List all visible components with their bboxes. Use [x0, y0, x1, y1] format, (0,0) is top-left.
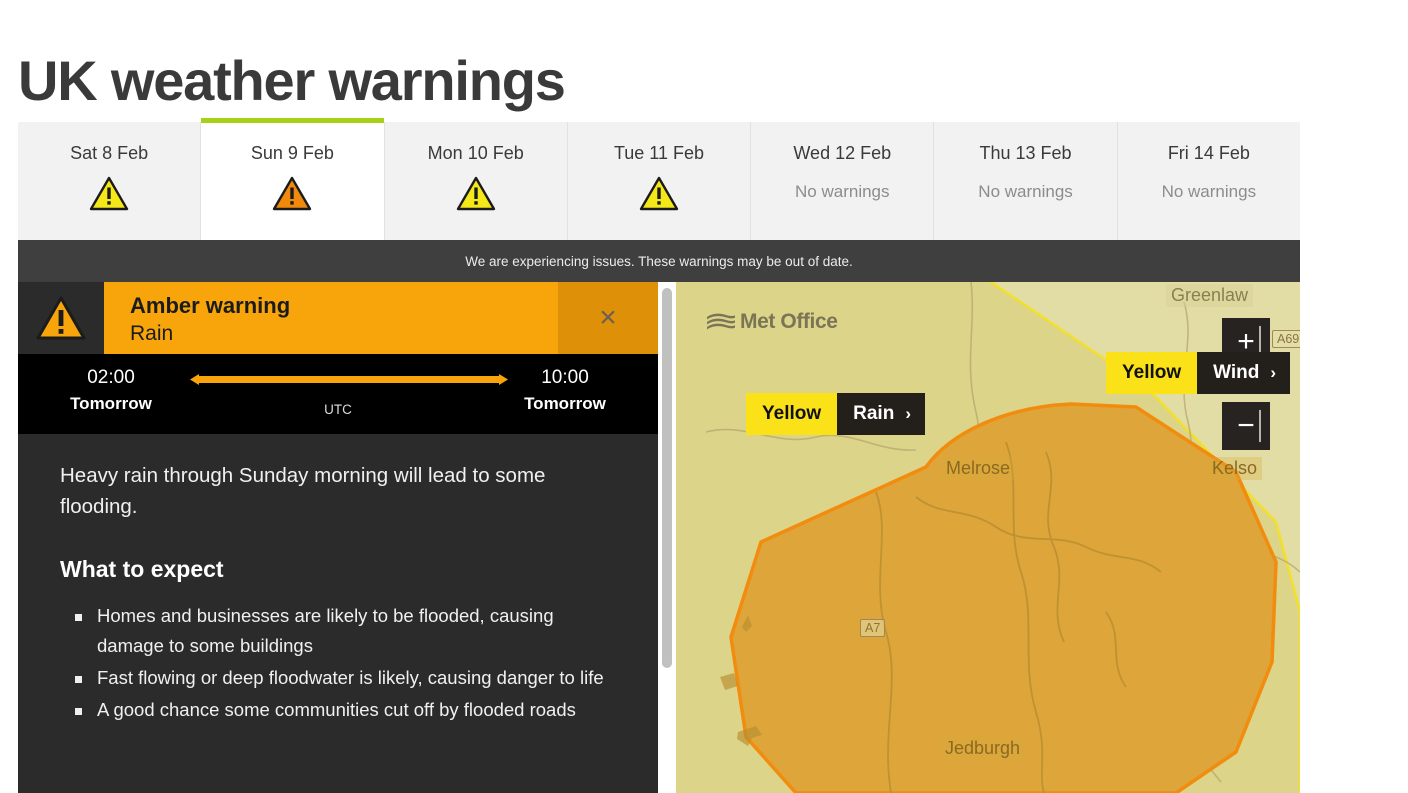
pill-severity-label: Yellow — [1106, 352, 1198, 394]
warning-triangle-icon — [273, 176, 312, 211]
warning-subtitle: Rain — [130, 322, 174, 345]
day-tab-label: Tue 11 Feb — [613, 143, 705, 163]
close-icon[interactable]: × — [558, 282, 658, 354]
map-place-label-greenlaw: Greenlaw — [1166, 284, 1254, 307]
page-title: UK weather warnings — [18, 48, 566, 112]
panel-scrollbar[interactable] — [658, 282, 676, 793]
day-tab-label: Sun 9 Feb — [250, 143, 334, 163]
warning-summary: Heavy rain through Sunday morning will l… — [60, 464, 546, 518]
warning-end: 10:00 Tomorrow — [480, 365, 650, 417]
map-place-label-melrose: Melrose — [941, 457, 1016, 480]
warning-start-time: 02:00 — [87, 367, 135, 388]
day-tab-label: Thu 13 Feb — [979, 143, 1072, 163]
warning-triangle-icon — [639, 176, 679, 211]
day-tab-no-warnings: No warnings — [1161, 182, 1257, 201]
service-notice-banner: We are experiencing issues. These warnin… — [18, 240, 1300, 282]
day-tab-no-warnings: No warnings — [978, 182, 1073, 201]
warning-title: Amber warning — [130, 293, 291, 318]
pill-type-label: Wind — [1213, 362, 1260, 383]
what-to-expect-list: Homes and businesses are likely to be fl… — [60, 601, 616, 725]
what-to-expect-item: Fast flowing or deep floodwater is likel… — [60, 663, 616, 693]
map-place-label-kelso: Kelso — [1207, 457, 1263, 480]
warning-panel-body: Heavy rain through Sunday morning will l… — [18, 434, 658, 725]
day-tab-strip: Sat 8 Feb Sun 9 Feb Mon 10 Feb Tue 11 Feb We… — [18, 118, 1300, 240]
map-road-shield-a697: A697 — [1272, 330, 1300, 348]
duration-arrow-icon — [190, 374, 508, 385]
met-office-wave-icon — [707, 313, 735, 330]
day-tab-label: Wed 12 Feb — [793, 143, 892, 163]
day-tab-tue-11-feb[interactable]: Tue 11 Feb — [567, 122, 752, 240]
warning-panel-header: Amber warning Rain × — [18, 282, 658, 354]
warning-header-text: Amber warning Rain — [104, 282, 558, 354]
warning-end-time: 10:00 — [541, 367, 589, 388]
warning-triangle-icon — [18, 282, 104, 354]
day-tab-label: Sat 8 Feb — [70, 143, 149, 163]
day-tab-thu-13-feb[interactable]: Thu 13 Feb No warnings — [934, 122, 1118, 240]
warning-content-area: Amber warning Rain × 02:00 Tomorrow UTC … — [18, 282, 1300, 793]
warning-map[interactable]: Met Office Yellow Rain › Yellow Wind › + — [676, 282, 1300, 793]
zoom-out-button[interactable]: − — [1222, 402, 1270, 450]
chevron-right-icon: › — [1270, 363, 1277, 382]
map-warning-pill-wind[interactable]: Yellow Wind › — [1106, 352, 1291, 394]
warning-triangle-icon — [89, 176, 129, 211]
warning-triangle-icon — [456, 176, 495, 211]
day-tab-wed-12-feb[interactable]: Wed 12 Feb No warnings — [751, 122, 935, 240]
what-to-expect-item: A good chance some communities cut off b… — [60, 695, 616, 725]
map-warning-pill-rain[interactable]: Yellow Rain › — [746, 393, 925, 435]
pill-type: Rain › — [837, 393, 925, 435]
day-tab-mon-10-feb[interactable]: Mon 10 Feb — [384, 122, 568, 240]
met-office-logo: Met Office — [706, 310, 838, 334]
weather-warnings-page: UK weather warnings Sat 8 Feb Sun 9 Feb Mo… — [0, 0, 1408, 793]
day-tab-sun-9-feb[interactable]: Sun 9 Feb — [201, 118, 385, 240]
day-tab-fri-14-feb[interactable]: Fri 14 Feb No warnings — [1117, 122, 1300, 240]
pill-severity-label: Yellow — [746, 393, 838, 435]
map-road-shield-a7: A7 — [860, 619, 886, 637]
chevron-right-icon: › — [905, 404, 911, 423]
day-tab-label: Fri 14 Feb — [1167, 143, 1250, 163]
what-to-expect-item: Homes and businesses are likely to be fl… — [60, 601, 616, 661]
pill-type: Wind › — [1197, 352, 1291, 394]
panel-scrollbar-thumb[interactable] — [662, 288, 672, 668]
day-tab-sat-8-feb[interactable]: Sat 8 Feb — [18, 122, 202, 240]
service-notice-text: We are experiencing issues. These warnin… — [465, 253, 853, 269]
pill-type-label: Rain — [853, 403, 895, 424]
warning-timebar: 02:00 Tomorrow UTC 10:00 Tomorrow — [18, 354, 658, 434]
met-office-label: Met Office — [740, 310, 838, 333]
map-place-label-jedburgh: Jedburgh — [940, 737, 1026, 760]
what-to-expect-heading: What to expect — [60, 556, 224, 582]
warning-end-day: Tomorrow — [524, 394, 606, 413]
day-tab-label: Mon 10 Feb — [427, 143, 524, 163]
warning-detail-panel: Amber warning Rain × 02:00 Tomorrow UTC … — [18, 282, 658, 793]
day-tab-no-warnings: No warnings — [795, 182, 890, 201]
